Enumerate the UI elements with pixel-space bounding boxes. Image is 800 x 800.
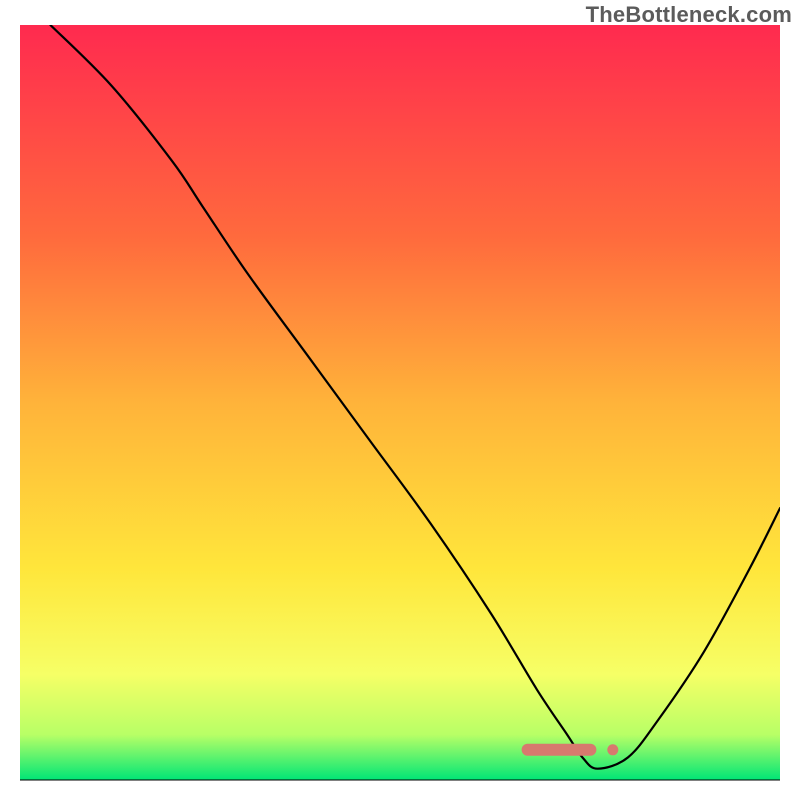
background-gradient bbox=[20, 25, 780, 780]
marker-bar bbox=[522, 744, 597, 756]
marker-dot bbox=[607, 744, 618, 755]
bottleneck-chart: TheBottleneck.com bbox=[0, 0, 800, 800]
watermark-text: TheBottleneck.com bbox=[586, 2, 792, 28]
chart-canvas bbox=[0, 0, 800, 800]
